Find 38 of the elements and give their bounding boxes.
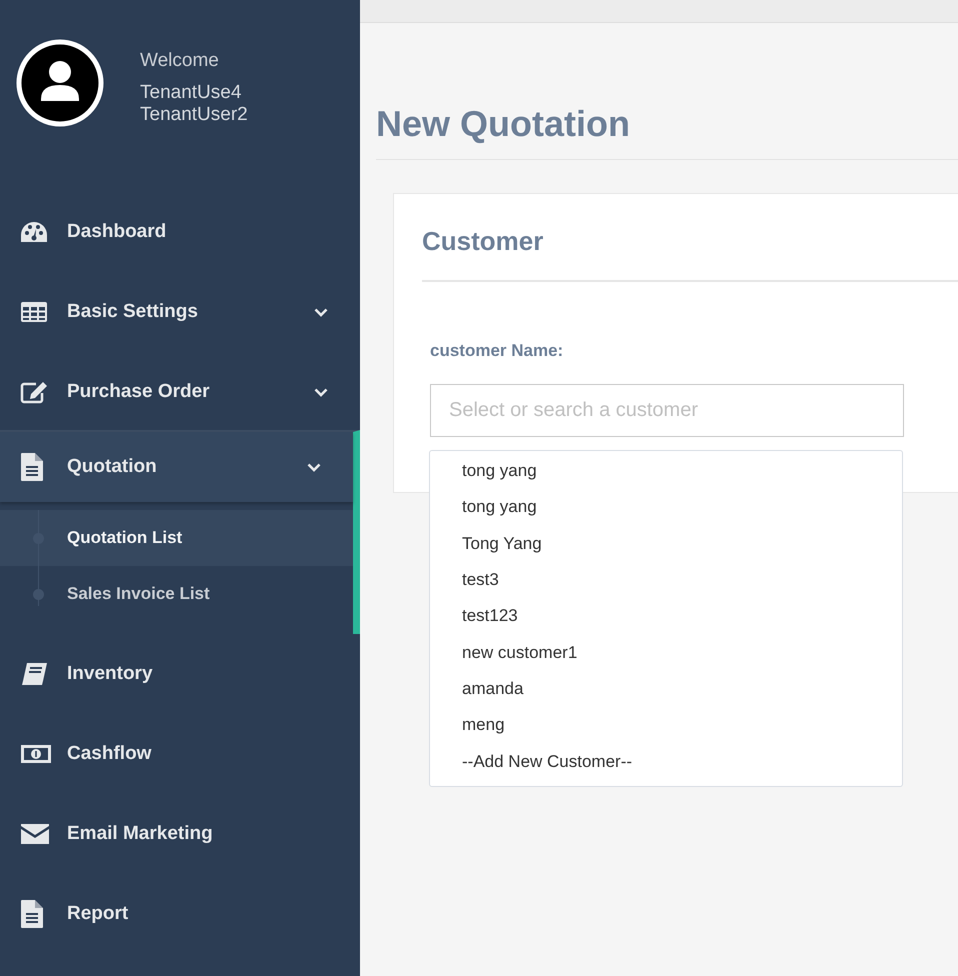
- table-icon: [20, 301, 48, 323]
- user-name: TenantUser2: [140, 104, 248, 126]
- page-title: New Quotation: [376, 103, 958, 160]
- menu-item[interactable]: Quotation: [0, 432, 353, 502]
- dropdown-option[interactable]: --Add New Customer--: [430, 743, 902, 780]
- dropdown-option[interactable]: test3: [430, 562, 902, 598]
- document-icon: [20, 899, 44, 929]
- banknote-icon: [20, 743, 52, 765]
- menu-item[interactable]: Cashflow: [0, 714, 360, 794]
- menu-item[interactable]: Dashboard: [0, 192, 360, 272]
- menu-item[interactable]: Basic Settings: [0, 272, 360, 352]
- dropdown-option[interactable]: tong yang: [430, 453, 902, 490]
- chevron-icon: [307, 462, 321, 472]
- field-label: customer Name:: [430, 341, 564, 361]
- submenu-item[interactable]: Sales Invoice List: [0, 566, 353, 622]
- document-icon: [20, 452, 44, 482]
- chevron-icon: [314, 308, 328, 316]
- menu-item[interactable]: Report: [0, 874, 360, 954]
- dashboard-icon: [20, 221, 48, 243]
- customer-search-field[interactable]: Select or search a customer: [430, 384, 904, 437]
- dropdown-option[interactable]: new customer1: [430, 634, 902, 671]
- card-title: Customer: [422, 226, 958, 282]
- chevron-icon: [314, 388, 328, 396]
- menu-item[interactable]: Inventory: [0, 634, 360, 714]
- avatar-icon: [16, 39, 104, 127]
- welcome-text: Welcome: [140, 50, 220, 72]
- dropdown-option[interactable]: Tong Yang: [430, 526, 902, 562]
- book-icon: [20, 662, 48, 686]
- edit-icon: [20, 380, 50, 404]
- dropdown-option[interactable]: test123: [430, 598, 902, 634]
- menu-item[interactable]: Email Marketing: [0, 794, 360, 874]
- dropdown-option[interactable]: amanda: [430, 670, 902, 708]
- menu-item[interactable]: Purchase Order: [0, 352, 360, 432]
- submenu-item[interactable]: Quotation List: [0, 510, 353, 566]
- envelope-icon: [20, 823, 50, 845]
- dropdown-option[interactable]: meng: [430, 707, 902, 744]
- user-name: TenantUse4: [140, 82, 242, 104]
- dropdown-option[interactable]: tong yang: [430, 489, 902, 526]
